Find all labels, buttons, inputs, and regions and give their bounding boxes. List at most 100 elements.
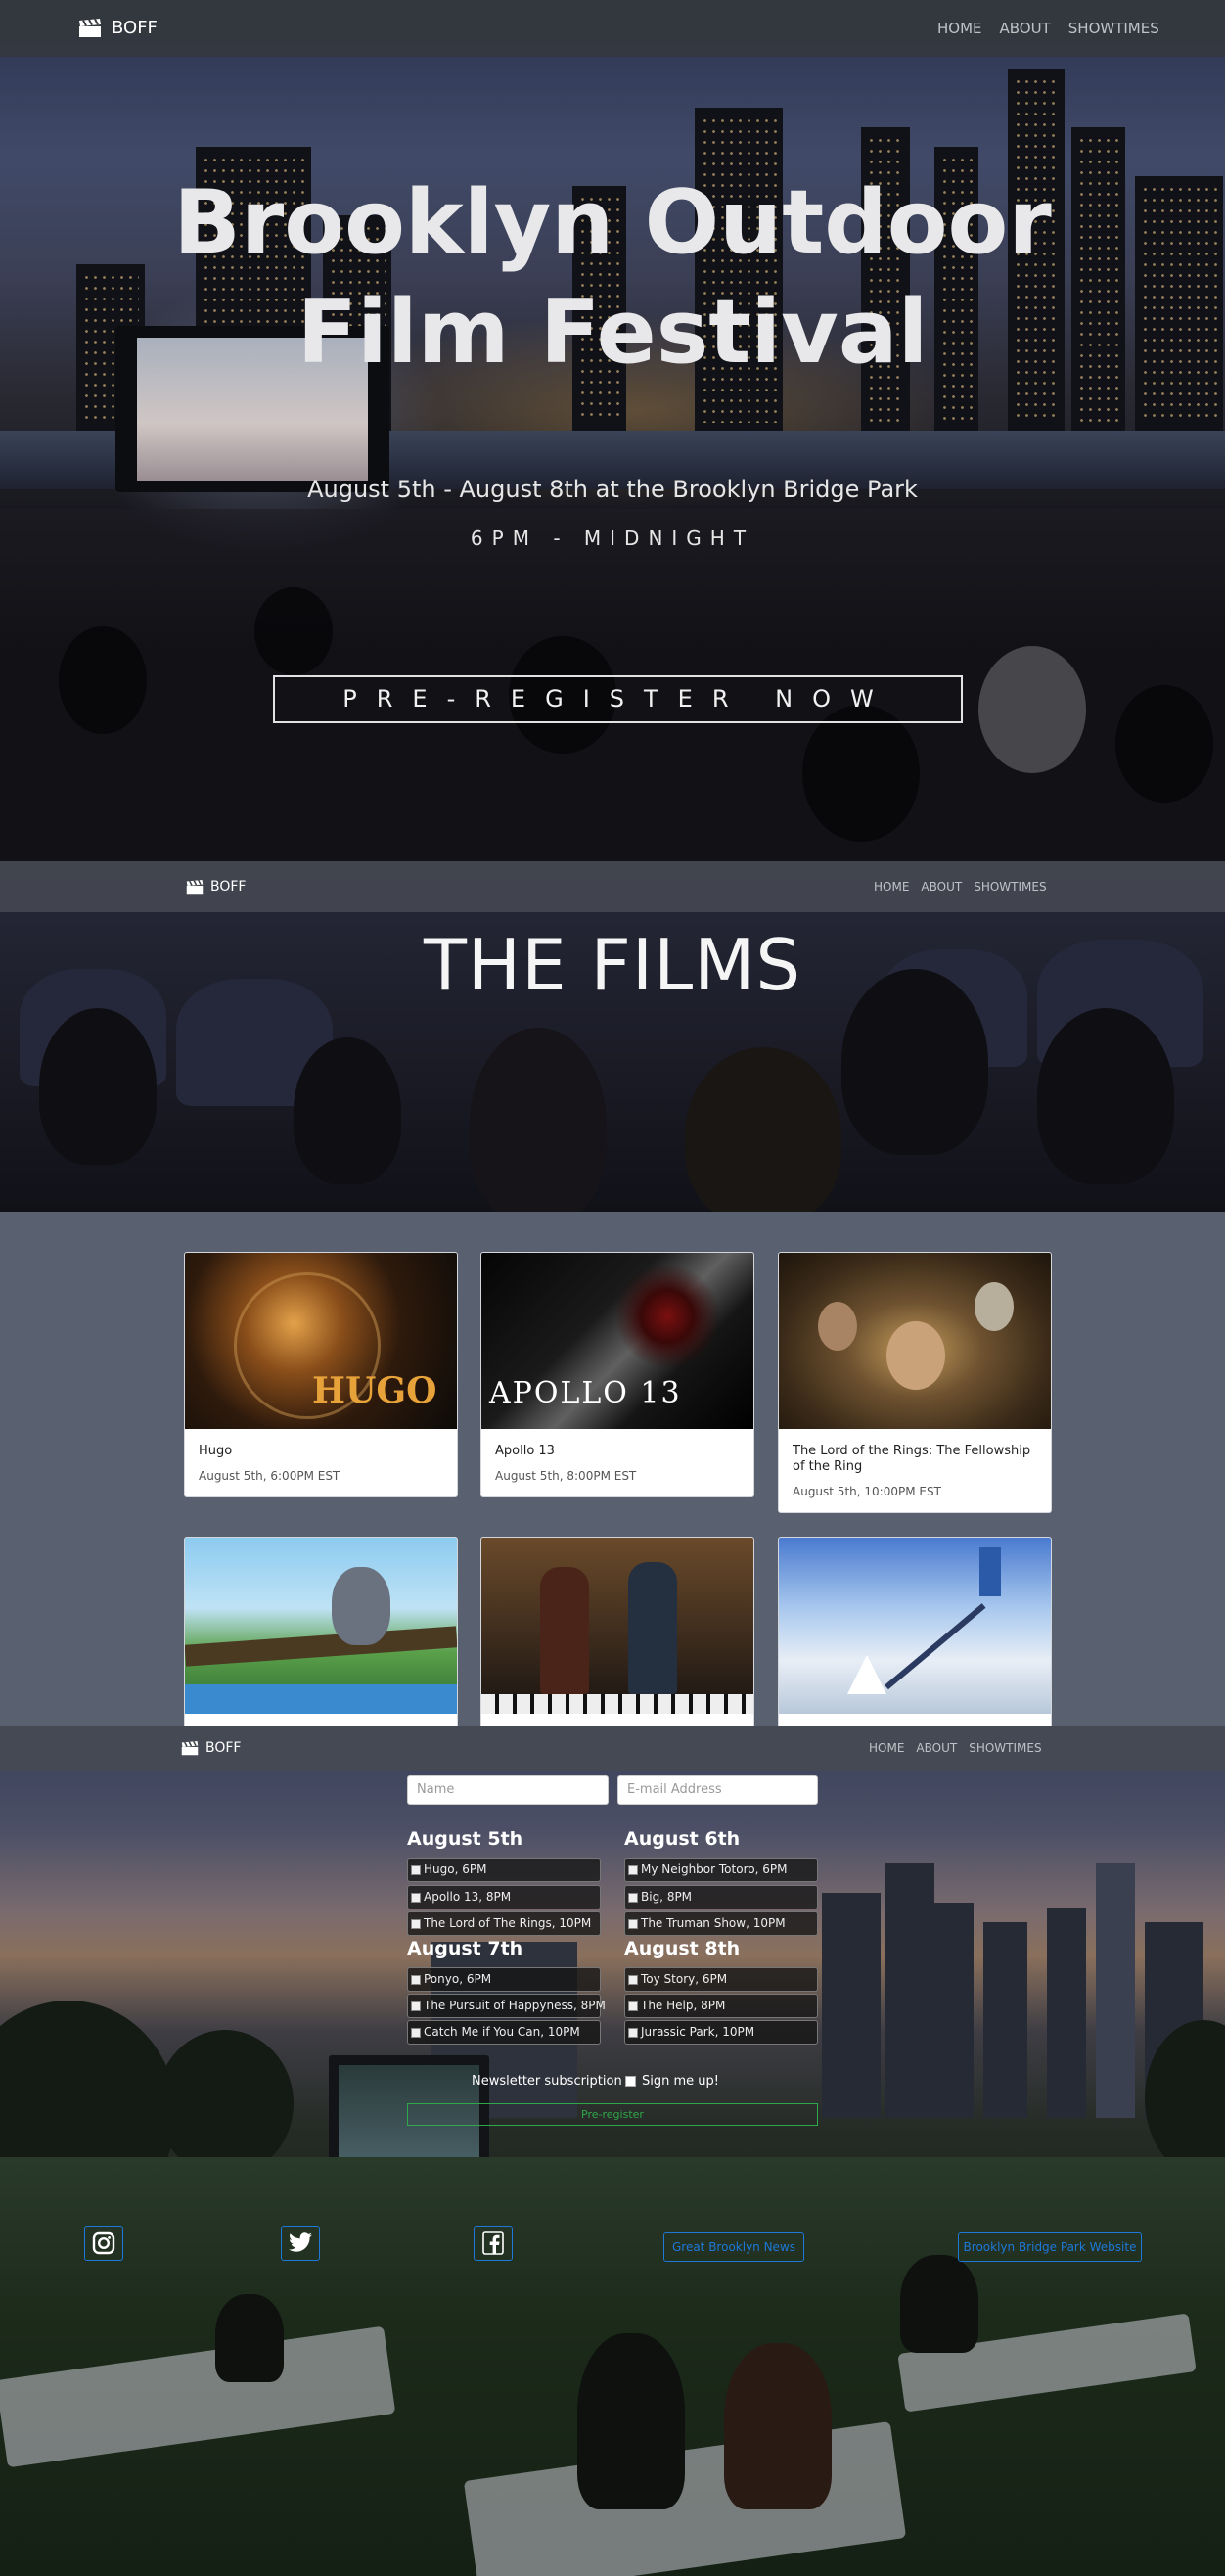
nav-home[interactable]: HOME [937, 20, 982, 37]
nav-links: HOME ABOUT SHOWTIMES [937, 20, 1159, 37]
audience-head [470, 1028, 607, 1212]
checkbox[interactable] [628, 2001, 638, 2011]
crowd-head [1115, 685, 1213, 803]
seated-person [215, 2294, 284, 2382]
sailboat [847, 1655, 886, 1694]
film-card[interactable]: APOLLO 13 Apollo 13 August 5th, 8:00PM E… [480, 1252, 754, 1497]
nav-about[interactable]: ABOUT [1000, 20, 1051, 37]
twitter-icon [289, 2232, 312, 2252]
skyline-building [1096, 1863, 1135, 2118]
film-card[interactable]: The Lord of the Rings: The Fellowship of… [778, 1252, 1052, 1513]
staircase [885, 1603, 986, 1690]
name-input[interactable]: Name [407, 1775, 609, 1805]
pre-register-button[interactable]: PRE-REGISTER NOW [273, 675, 963, 723]
film-title: Hugo [199, 1444, 233, 1458]
showtime-checkbox[interactable]: Toy Story, 6PM [624, 1967, 818, 1992]
showtime-checkbox[interactable]: Catch Me if You Can, 10PM [407, 2020, 601, 2045]
showtime-label: My Neighbor Totoro, 6PM [641, 1863, 788, 1876]
crowd-head [978, 646, 1086, 773]
checkbox[interactable] [628, 1892, 638, 1903]
register-section: BOFF HOME ABOUT SHOWTIMES [0, 1726, 1225, 2576]
showtime-checkbox[interactable]: Apollo 13, 8PM [407, 1885, 601, 1909]
brand-logo[interactable]: BOFF [186, 879, 246, 895]
brand-logo[interactable]: BOFF [181, 1740, 241, 1756]
hero-section: BOFF HOME ABOUT SHOWTIMES Brooklyn Outdo… [0, 0, 1225, 861]
door [979, 1547, 1001, 1596]
clapperboard-icon [186, 879, 204, 894]
film-card[interactable] [184, 1537, 458, 1726]
showtime-label: Hugo, 6PM [424, 1863, 487, 1876]
nav-about[interactable]: ABOUT [916, 1741, 957, 1755]
film-poster-apollo13: APOLLO 13 [481, 1253, 753, 1429]
water [185, 1684, 457, 1714]
checkbox[interactable] [628, 1918, 638, 1929]
film-showtime: August 5th, 10:00PM EST [793, 1485, 941, 1498]
showtime-checkbox[interactable]: The Pursuit of Happyness, 8PM [407, 1994, 606, 2018]
astronaut-helmet [599, 1263, 736, 1370]
pre-register-submit[interactable]: Pre-register [407, 2103, 818, 2126]
checkbox[interactable] [411, 2027, 421, 2038]
bridge-park-website-link[interactable]: Brooklyn Bridge Park Website [958, 2232, 1142, 2262]
checkbox[interactable] [411, 2001, 421, 2011]
showtime-checkbox[interactable]: Jurassic Park, 10PM [624, 2020, 818, 2045]
films-navbar: BOFF HOME ABOUT SHOWTIMES [0, 861, 1225, 912]
floor-piano [481, 1694, 753, 1714]
film-title: Apollo 13 [495, 1444, 555, 1458]
nav-showtimes[interactable]: SHOWTIMES [969, 1741, 1041, 1755]
skyline-building [983, 1922, 1027, 2118]
checkbox[interactable] [411, 1918, 421, 1929]
skyline-building [934, 1903, 974, 2118]
clapperboard-icon [181, 1740, 199, 1755]
email-input[interactable]: E-mail Address [617, 1775, 818, 1805]
showtime-checkbox[interactable]: My Neighbor Totoro, 6PM [624, 1858, 818, 1882]
checkbox[interactable] [628, 1864, 638, 1875]
checkbox[interactable] [628, 2027, 638, 2038]
nav-links: HOME ABOUT SHOWTIMES [869, 1741, 1042, 1755]
nav-home[interactable]: HOME [869, 1741, 904, 1755]
film-title: The Lord of the Rings: The Fellowship of… [793, 1444, 1031, 1474]
showtime-label: Jurassic Park, 10PM [641, 2025, 755, 2039]
showtime-label: The Lord of The Rings, 10PM [424, 1916, 592, 1930]
showtime-checkbox[interactable]: The Truman Show, 10PM [624, 1911, 818, 1936]
nav-about[interactable]: ABOUT [921, 880, 962, 894]
film-poster-truman-show [779, 1538, 1051, 1714]
showtime-checkbox[interactable]: Ponyo, 6PM [407, 1967, 601, 1992]
film-showtime: August 5th, 6:00PM EST [199, 1469, 340, 1483]
nav-home[interactable]: HOME [874, 880, 909, 894]
showtime-checkbox[interactable]: The Help, 8PM [624, 1994, 818, 2018]
showtime-label: Apollo 13, 8PM [424, 1890, 512, 1904]
signup-checkbox[interactable] [625, 2076, 636, 2087]
totoro-figure [332, 1567, 390, 1645]
checkbox[interactable] [411, 1892, 421, 1903]
nav-showtimes[interactable]: SHOWTIMES [974, 880, 1046, 894]
showtime-label: The Truman Show, 10PM [641, 1916, 786, 1930]
showtime-label: Ponyo, 6PM [424, 1972, 492, 1986]
instagram-button[interactable] [84, 2226, 123, 2261]
hero-dates: August 5th - August 8th at the Brooklyn … [307, 476, 918, 503]
checkbox[interactable] [411, 1974, 421, 1985]
facebook-button[interactable] [474, 2226, 513, 2261]
character-face [886, 1321, 945, 1390]
showtime-checkbox[interactable]: The Lord of The Rings, 10PM [407, 1911, 601, 1936]
seated-person [724, 2343, 832, 2509]
showtime-label: The Help, 8PM [641, 1999, 726, 2012]
tree-branch [185, 1626, 457, 1667]
poster-title: HUGO [312, 1370, 437, 1411]
crowd-head [254, 587, 333, 675]
twitter-button[interactable] [281, 2226, 320, 2261]
brooklyn-news-link[interactable]: Great Brooklyn News [663, 2232, 804, 2262]
nav-showtimes[interactable]: SHOWTIMES [1068, 20, 1159, 37]
hero-title-line2: Film Festival [296, 281, 929, 384]
film-card[interactable] [778, 1537, 1052, 1726]
showtime-checkbox[interactable]: Big, 8PM [624, 1885, 818, 1909]
showtime-checkbox[interactable]: Hugo, 6PM [407, 1858, 601, 1882]
instagram-icon [92, 2231, 115, 2255]
film-card[interactable] [480, 1537, 754, 1726]
showtime-label: Toy Story, 6PM [641, 1972, 728, 1986]
day-heading: August 7th [407, 1938, 523, 1959]
film-card[interactable]: HUGO Hugo August 5th, 6:00PM EST [184, 1252, 458, 1497]
brand-logo[interactable]: BOFF [78, 18, 158, 38]
films-header-section: BOFF HOME ABOUT SHOWTIMES THE FILMS [0, 861, 1225, 1212]
checkbox[interactable] [628, 1974, 638, 1985]
checkbox[interactable] [411, 1864, 421, 1875]
